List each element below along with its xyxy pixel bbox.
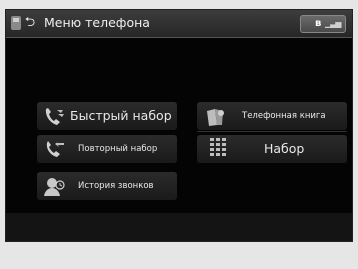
speed-dial-label: Быстрый набор [70,108,172,123]
dial-button[interactable]: Набор [197,135,347,163]
phonebook-label: Телефонная книга [242,111,326,121]
redial-label: Повторный набор [78,144,158,154]
bluetooth-icon: ʙ [315,18,322,29]
call-history-button[interactable]: История звонков [37,172,177,200]
speed-dial-icon [45,108,64,125]
phone-screen: ⮌ Меню телефона ʙ ▁▃▅ Быстрый набор Повт… [5,9,353,242]
dial-label: Набор [264,141,305,156]
phone-status-icon [11,16,21,30]
header-bar: ⮌ Меню телефона ʙ ▁▃▅ [6,10,352,38]
signal-icon: ▁▃▅ [325,19,342,28]
connection-status: ʙ ▁▃▅ [300,15,346,33]
call-history-icon [44,178,65,196]
redial-button[interactable]: Повторный набор [37,135,177,163]
back-icon[interactable]: ⮌ [23,15,37,31]
page-title: Меню телефона [44,15,150,30]
phonebook-button[interactable]: Телефонная книга [197,102,347,130]
keypad-icon [210,138,226,156]
redial-icon [46,141,64,157]
call-history-label: История звонков [78,181,154,191]
speed-dial-button[interactable]: Быстрый набор [37,102,177,130]
bottom-bar [6,213,352,241]
phonebook-icon [207,109,224,126]
menu-divider [197,131,347,132]
